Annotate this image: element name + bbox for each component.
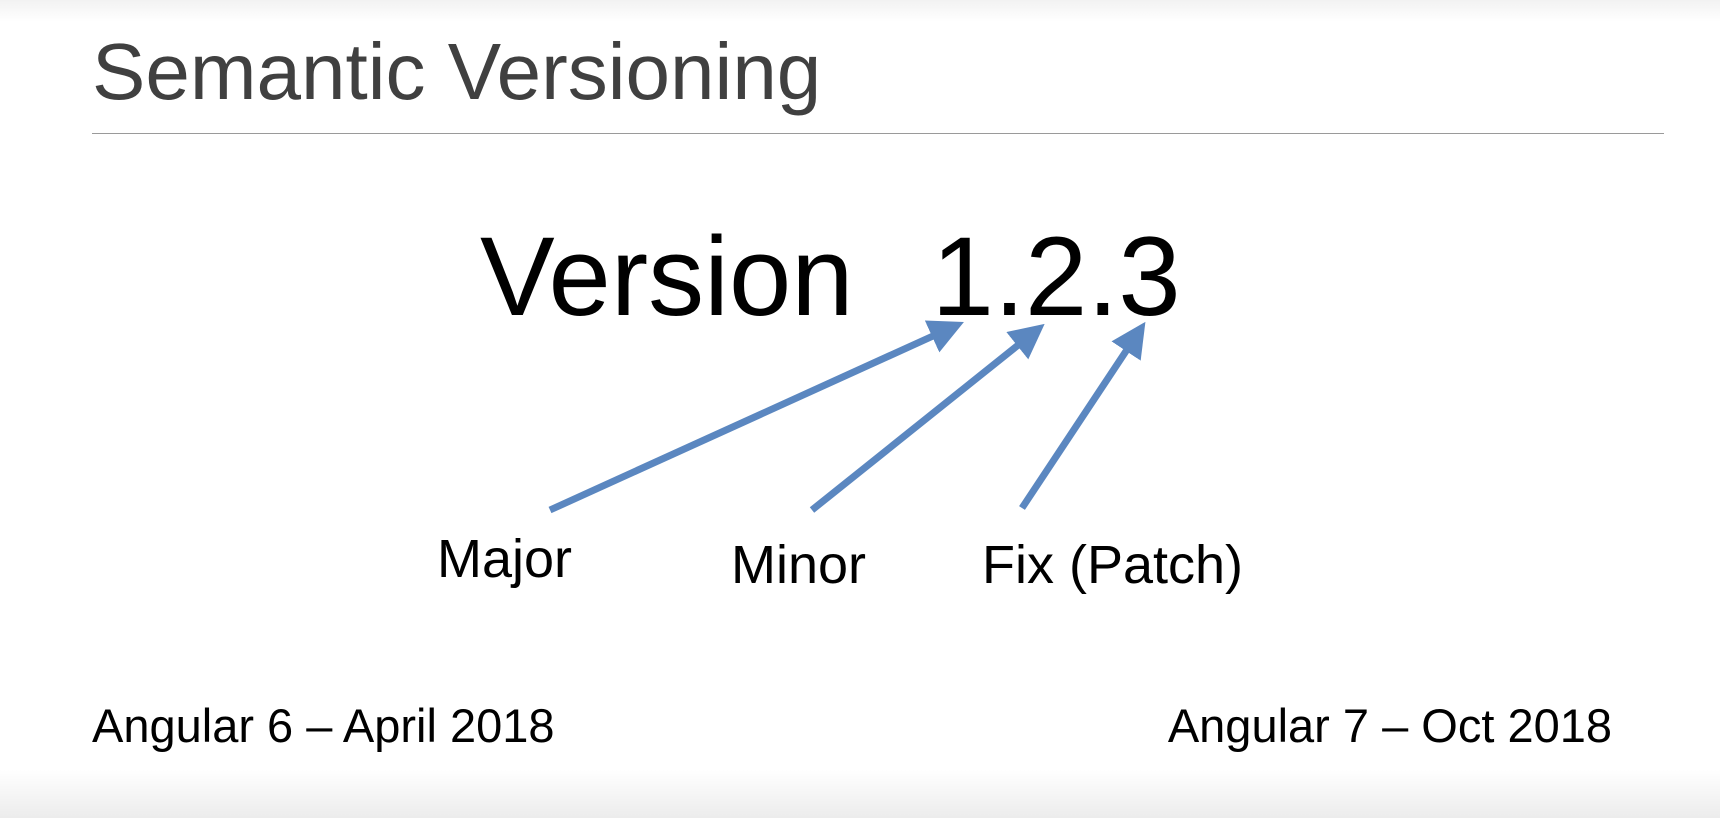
- major-arrow: [548, 320, 964, 514]
- minor-arrow: [809, 323, 1045, 513]
- slide: Semantic Versioning Version 1.2.3 Major M…: [0, 0, 1720, 818]
- minor-label: Minor: [731, 535, 867, 595]
- footer-right-text: Angular 7 – Oct 2018: [1167, 699, 1612, 752]
- footer-left-text: Angular 6 – April 2018: [92, 699, 555, 752]
- major-label: Major: [437, 529, 573, 589]
- fix-arrow: [1019, 321, 1146, 510]
- fix-label: Fix (Patch): [982, 535, 1244, 595]
- arrows-diagram: [548, 320, 1146, 514]
